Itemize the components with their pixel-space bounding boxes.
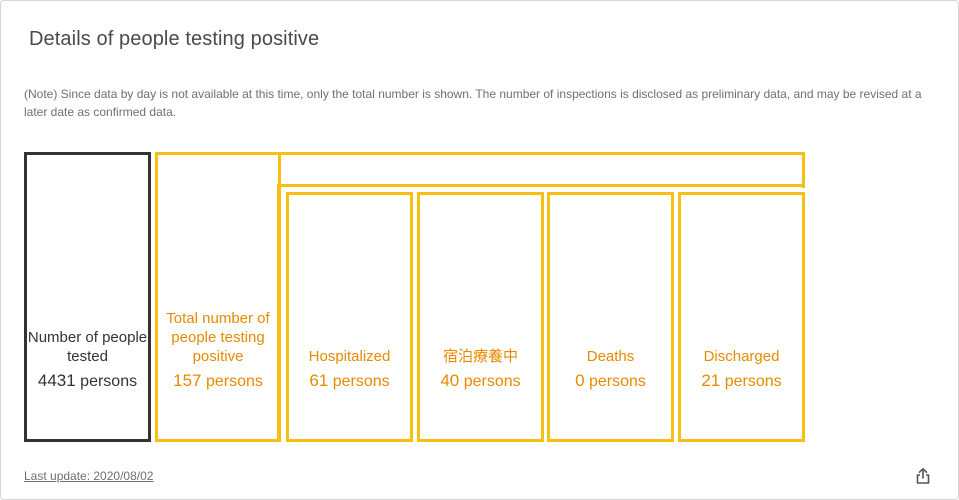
deaths-box: Deaths 0 persons bbox=[547, 192, 674, 442]
hotel-recuperation-count: 40 bbox=[440, 371, 460, 390]
last-update-link[interactable]: Last update: 2020/08/02 bbox=[24, 469, 153, 483]
hotel-recuperation-unit: persons bbox=[463, 373, 521, 390]
deaths-label: Deaths bbox=[586, 348, 635, 365]
hotel-recuperation-box: 宿泊療養中 40 persons bbox=[417, 192, 544, 442]
hotel-recuperation-label: 宿泊療養中 bbox=[442, 348, 518, 365]
tested-box: Number of people tested 4431 persons bbox=[24, 152, 151, 442]
deaths-value: 0 persons bbox=[575, 370, 646, 393]
tested-label: Number of people tested bbox=[27, 329, 148, 365]
total-positive-label: Total number of people testing positive bbox=[166, 310, 270, 365]
hospitalized-value: 61 persons bbox=[309, 370, 389, 393]
discharged-value: 21 persons bbox=[701, 370, 781, 393]
discharged-unit: persons bbox=[724, 373, 782, 390]
hospitalized-label: Hospitalized bbox=[308, 348, 391, 365]
discharged-count: 21 bbox=[701, 371, 721, 390]
hospitalized-count: 61 bbox=[309, 371, 329, 390]
tested-value: 4431 persons bbox=[38, 370, 137, 393]
tested-count: 4431 bbox=[37, 371, 76, 390]
hospitalized-box: Hospitalized 61 persons bbox=[286, 192, 413, 442]
summary-card: Details of people testing positive (Note… bbox=[0, 0, 959, 500]
bracket-line bbox=[277, 184, 805, 187]
hospitalized-unit: persons bbox=[332, 373, 390, 390]
deaths-count: 0 bbox=[575, 371, 585, 390]
deaths-unit: persons bbox=[589, 373, 646, 390]
total-positive-box: Total number of people testing positive … bbox=[155, 152, 281, 442]
page-title: Details of people testing positive bbox=[29, 28, 320, 50]
hotel-recuperation-value: 40 persons bbox=[440, 370, 520, 393]
tested-unit: persons bbox=[80, 373, 138, 390]
discharged-box: Discharged 21 persons bbox=[678, 192, 805, 442]
total-positive-count: 157 bbox=[173, 371, 202, 390]
discharged-label: Discharged bbox=[703, 348, 780, 365]
bracket-line bbox=[802, 152, 805, 188]
share-icon[interactable] bbox=[914, 467, 932, 485]
total-positive-unit: persons bbox=[205, 373, 263, 390]
note-text: (Note) Since data by day is not availabl… bbox=[24, 87, 922, 119]
total-positive-value: 157 persons bbox=[173, 370, 263, 393]
